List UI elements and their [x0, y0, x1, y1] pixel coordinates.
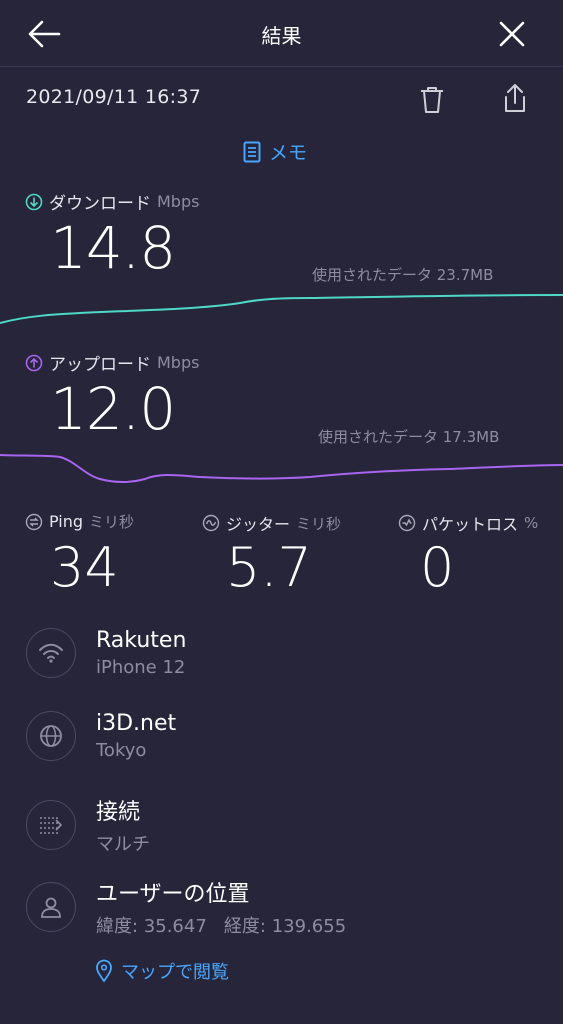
download-unit: Mbps	[157, 192, 200, 211]
page-title: 結果	[261, 24, 302, 48]
ping-label: Ping	[49, 512, 84, 531]
server-row: i3D.net Tokyo	[26, 711, 176, 761]
memo-label: メモ	[269, 142, 308, 164]
upload-icon	[25, 354, 43, 371]
share-icon	[505, 84, 525, 112]
packet-loss-header: パケットロス %	[398, 511, 538, 535]
download-graph	[0, 294, 563, 324]
location-icon-circle	[26, 882, 76, 932]
download-header: ダウンロード Mbps	[25, 189, 199, 214]
multi-connection-icon	[40, 817, 63, 834]
test-datetime: 2021/09/11 16:37	[26, 86, 202, 108]
packet-loss-unit: %	[524, 514, 539, 532]
location-coordinates: 緯度: 35.647 経度: 139.655	[96, 916, 347, 937]
download-icon	[25, 193, 43, 210]
upload-graph	[0, 454, 563, 483]
location-row: ユーザーの位置 緯度: 35.647 経度: 139.655	[26, 876, 346, 938]
memo-button[interactable]: メモ	[243, 138, 307, 165]
wifi-icon	[39, 643, 63, 663]
user-icon	[41, 897, 61, 918]
server-name: i3D.net	[96, 711, 177, 736]
view-on-map-link[interactable]: マップで閲覧	[95, 958, 229, 984]
jitter-header: ジッター ミリ秒	[202, 511, 341, 535]
packet-loss-label: パケットロス	[422, 515, 519, 534]
server-icon-circle	[26, 711, 76, 761]
connection-title: 接続	[96, 800, 141, 825]
packet-loss-value: 0	[420, 536, 455, 599]
location-title: ユーザーの位置	[96, 882, 250, 907]
upload-data-used: 使用されたデータ 17.3MB	[318, 428, 500, 446]
connection-row: 接続 マルチ	[26, 794, 150, 856]
provider-icon-circle	[26, 628, 76, 678]
ping-unit: ミリ秒	[89, 513, 135, 531]
connection-type: マルチ	[96, 834, 150, 855]
server-location: Tokyo	[96, 740, 147, 761]
trash-icon	[421, 87, 443, 113]
share-button[interactable]	[495, 78, 535, 118]
download-data-used: 使用されたデータ 23.7MB	[312, 266, 494, 284]
ping-icon	[25, 513, 43, 530]
close-icon	[499, 21, 525, 47]
upload-label: アップロード	[49, 355, 151, 375]
jitter-unit: ミリ秒	[296, 514, 342, 533]
globe-icon	[40, 725, 62, 747]
jitter-icon	[202, 514, 220, 532]
ping-value: 34	[50, 536, 119, 599]
upload-unit: Mbps	[157, 353, 200, 372]
provider-name: Rakuten	[96, 628, 187, 653]
packet-loss-icon	[398, 514, 416, 532]
provider-row: Rakuten iPhone 12	[26, 628, 186, 678]
download-value: 14.8	[50, 214, 176, 282]
note-icon	[243, 141, 261, 162]
jitter-value: 5.7	[226, 536, 312, 599]
download-label: ダウンロード	[49, 194, 151, 214]
close-button[interactable]	[492, 14, 532, 54]
jitter-label: ジッター	[226, 515, 291, 534]
provider-device: iPhone 12	[96, 657, 186, 678]
map-link-label: マップで閲覧	[121, 962, 229, 983]
map-pin-icon	[96, 959, 112, 983]
upload-header: アップロード Mbps	[25, 350, 199, 375]
delete-button[interactable]	[412, 80, 452, 120]
upload-value: 12.0	[50, 375, 176, 443]
ping-header: Ping ミリ秒	[25, 511, 134, 532]
connection-icon-circle	[26, 800, 76, 850]
